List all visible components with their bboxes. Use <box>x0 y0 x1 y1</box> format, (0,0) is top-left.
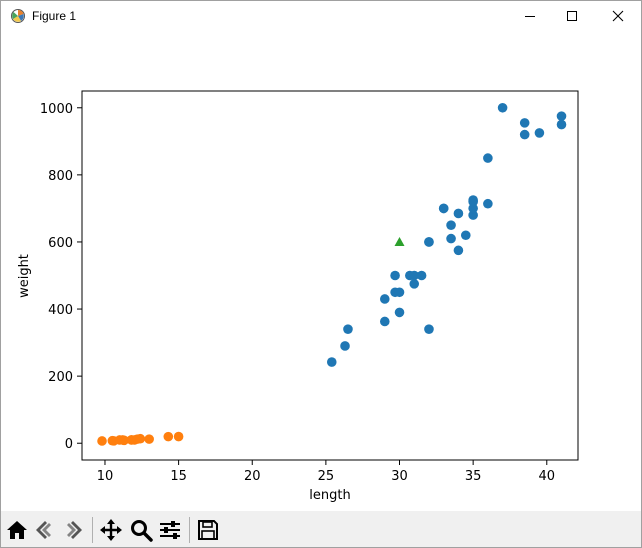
data-point <box>424 237 434 247</box>
data-point <box>340 341 350 351</box>
minimize-button[interactable] <box>507 1 553 31</box>
save-icon <box>198 520 218 540</box>
data-point <box>343 324 353 334</box>
data-point <box>163 431 174 442</box>
data-point <box>534 128 545 138</box>
zoom-button[interactable] <box>129 518 153 542</box>
forward-icon <box>67 521 82 539</box>
zoom-icon <box>131 520 153 542</box>
x-axis-label: length <box>309 488 350 503</box>
data-point <box>424 324 434 334</box>
subplots-icon <box>160 521 180 539</box>
y-axis-ticks: 0 200 400 600 800 1000 <box>40 102 82 452</box>
back-button[interactable] <box>33 518 57 542</box>
configure-subplots-button[interactable] <box>158 518 182 542</box>
x-tick-label: 35 <box>465 469 482 484</box>
x-tick-label: 20 <box>244 469 261 484</box>
data-point <box>394 307 405 318</box>
data-point <box>97 436 107 446</box>
data-point <box>390 270 400 281</box>
data-point <box>409 279 420 289</box>
save-button[interactable] <box>196 518 220 542</box>
close-button[interactable] <box>595 1 641 31</box>
y-tick-label: 800 <box>48 169 73 184</box>
data-point-triangle <box>394 236 405 246</box>
x-tick-label: 40 <box>539 469 556 484</box>
home-button[interactable] <box>5 518 29 542</box>
data-point <box>416 270 427 281</box>
back-icon <box>36 521 51 539</box>
y-tick-label: 1000 <box>40 102 73 117</box>
x-axis-ticks: 10 15 20 25 30 35 40 <box>97 460 555 484</box>
data-point <box>135 433 146 444</box>
data-point <box>519 118 530 128</box>
pan-icon <box>100 519 122 541</box>
x-tick-label: 15 <box>170 469 187 484</box>
y-tick-label: 400 <box>48 303 73 318</box>
toolbar-separator <box>189 517 190 543</box>
data-point <box>144 434 154 444</box>
close-icon <box>612 10 624 22</box>
data-point <box>519 129 530 140</box>
x-tick-label: 25 <box>318 469 335 484</box>
x-tick-label: 30 <box>391 469 408 484</box>
forward-button[interactable] <box>61 518 85 542</box>
minimize-icon <box>525 16 535 17</box>
matplotlib-icon <box>11 9 25 23</box>
window-title: Figure 1 <box>32 9 77 23</box>
data-points <box>97 102 567 446</box>
data-point <box>326 357 337 367</box>
figure-canvas[interactable]: 10 15 20 25 30 35 40 0 200 400 600 800 1000 length … <box>1 31 641 511</box>
pan-button[interactable] <box>99 518 123 542</box>
data-point <box>483 153 493 163</box>
data-point <box>379 316 390 327</box>
toolbar-separator <box>92 517 93 543</box>
home-icon <box>7 521 27 539</box>
data-point <box>556 119 567 130</box>
y-axis-label: weight <box>17 254 32 298</box>
data-point <box>446 233 456 244</box>
axes-frame <box>81 90 579 461</box>
x-tick-label: 10 <box>97 469 114 484</box>
data-point <box>497 102 508 113</box>
data-point <box>483 198 493 209</box>
data-point <box>468 196 478 207</box>
data-point <box>453 245 464 256</box>
data-point <box>379 294 390 304</box>
scatter-chart: 10 15 20 25 30 35 40 02004006008001000 length … <box>17 90 579 503</box>
data-point <box>460 230 471 241</box>
y-tick-label: 600 <box>48 236 73 251</box>
figure-window: Figure 1 10 15 20 25 30 35 40 0 200 400 600 800 100… <box>0 0 642 548</box>
y-tick-label: 200 <box>48 370 73 385</box>
navigation-toolbar <box>1 511 641 547</box>
maximize-icon <box>567 11 577 21</box>
y-tick-label: 0 <box>65 437 73 452</box>
data-point <box>438 203 449 214</box>
data-point <box>556 111 567 121</box>
data-point <box>453 208 464 219</box>
title-bar[interactable]: Figure 1 <box>1 1 641 31</box>
data-point <box>446 220 456 230</box>
data-point <box>173 431 184 442</box>
maximize-button[interactable] <box>549 1 595 31</box>
data-point <box>394 287 405 298</box>
